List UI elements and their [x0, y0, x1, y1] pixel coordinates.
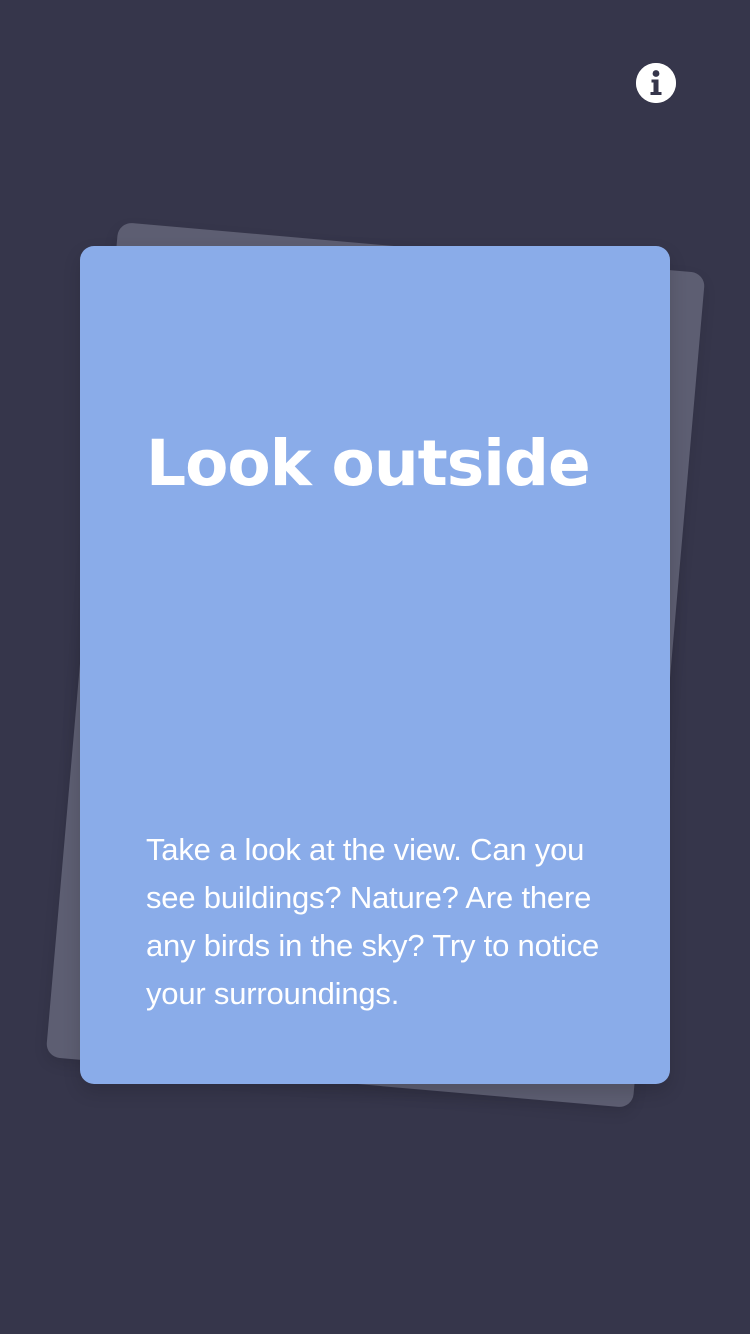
card-stack: Look outside Take a look at the view. Ca…	[0, 0, 750, 1334]
card-description: Take a look at the view. Can you see bui…	[146, 832, 600, 1011]
card-title: Look outside	[146, 427, 591, 500]
exercise-card[interactable]: Look outside Take a look at the view. Ca…	[80, 246, 670, 1084]
